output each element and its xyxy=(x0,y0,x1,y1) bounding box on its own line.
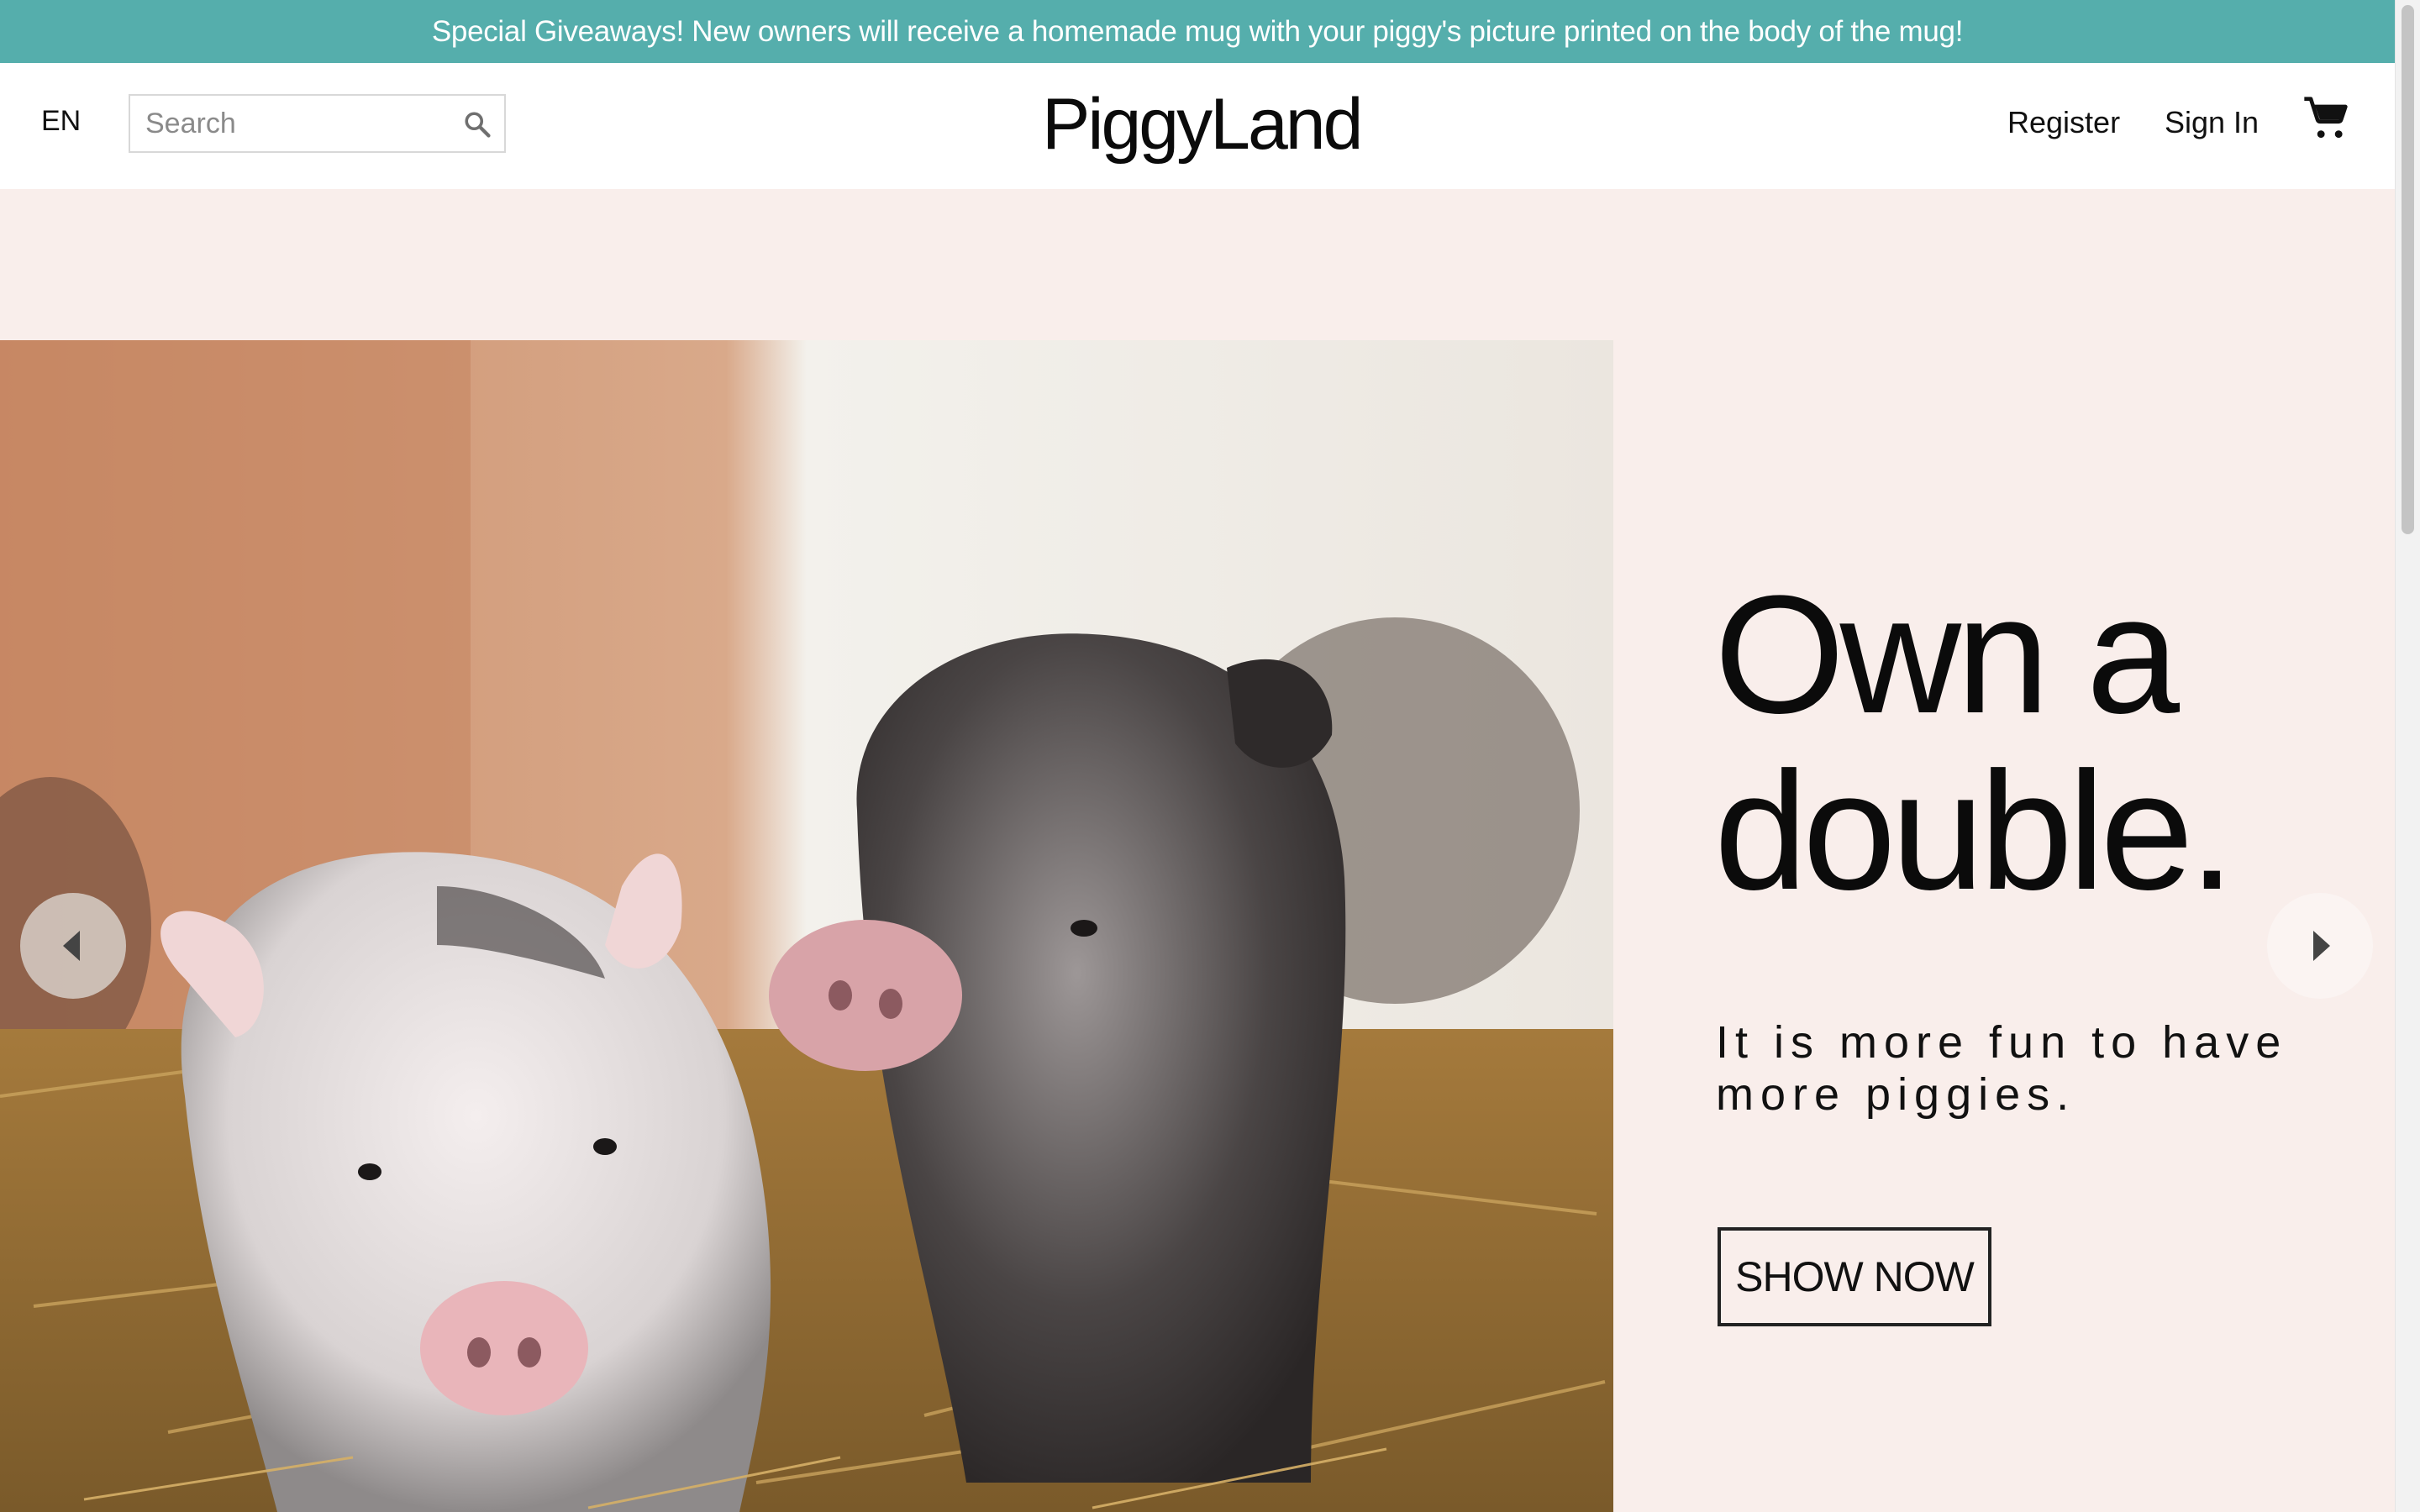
carousel-next-button[interactable] xyxy=(2267,893,2373,999)
show-now-button[interactable]: SHOW NOW xyxy=(1718,1227,1991,1326)
promo-banner: Special Giveaways! New owners will recei… xyxy=(0,0,2395,63)
register-link[interactable]: Register xyxy=(2007,105,2120,140)
hero-headline: Own a double. xyxy=(1714,561,2235,925)
site-header: EN PiggyLand Register Sign In xyxy=(0,63,2395,189)
sign-in-link[interactable]: Sign In xyxy=(2165,105,2259,140)
cart-icon[interactable] xyxy=(2302,95,2349,142)
hero-subline: It is more fun to have more piggies. xyxy=(1716,1017,2288,1120)
hero-image xyxy=(0,340,1613,1512)
page-scrollbar[interactable] xyxy=(2395,0,2420,1512)
scrollbar-thumb[interactable] xyxy=(2402,5,2414,534)
search-box xyxy=(129,94,506,153)
promo-text: Special Giveaways! New owners will recei… xyxy=(431,14,1964,48)
hero-carousel: Own a double. It is more fun to have mor… xyxy=(0,189,2395,1512)
search-icon[interactable] xyxy=(462,109,492,139)
chevron-left-icon xyxy=(63,931,80,961)
search-input[interactable] xyxy=(130,96,465,151)
language-selector[interactable]: EN xyxy=(41,105,81,138)
carousel-prev-button[interactable] xyxy=(20,893,126,999)
site-logo[interactable]: PiggyLand xyxy=(1042,83,1363,166)
chevron-right-icon xyxy=(2313,931,2330,961)
